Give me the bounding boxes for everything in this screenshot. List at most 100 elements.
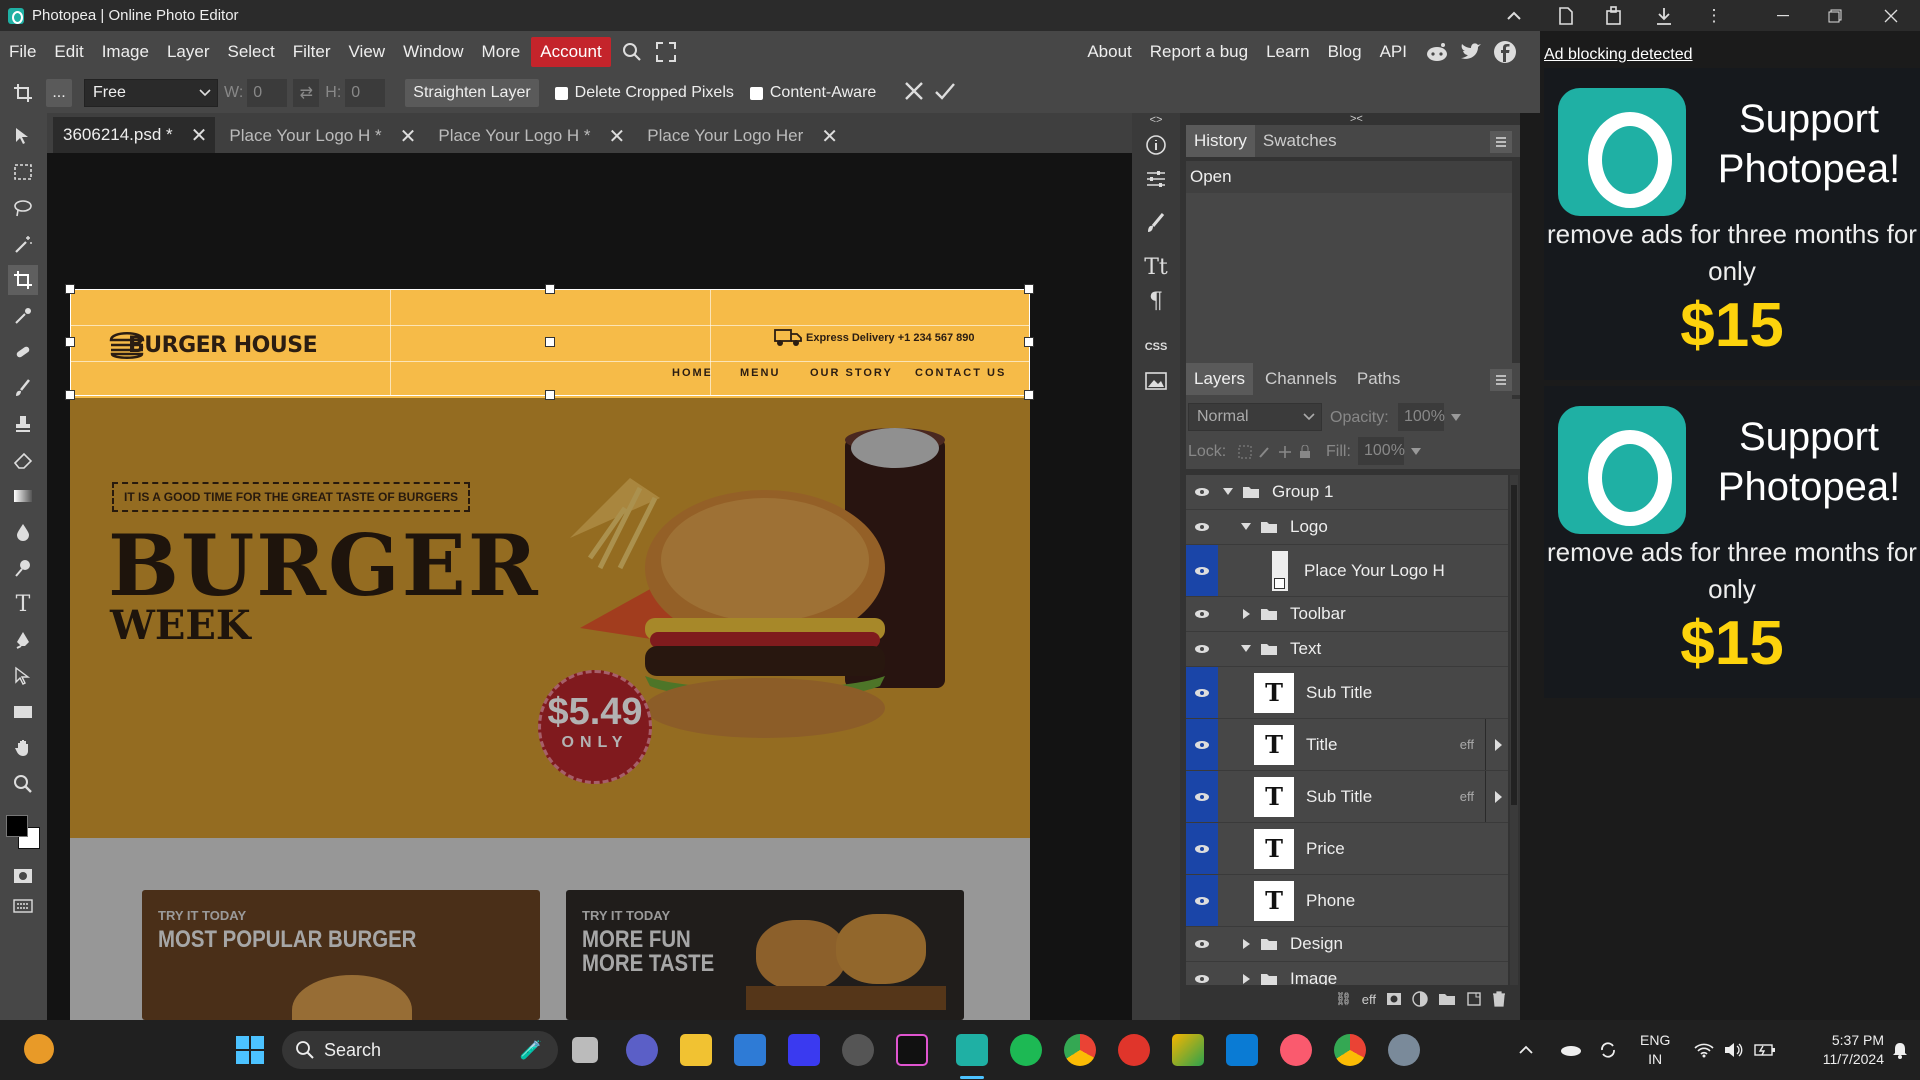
brush-settings-icon[interactable] bbox=[1142, 209, 1170, 237]
new-group-icon[interactable] bbox=[1438, 992, 1456, 1006]
paragraph-icon[interactable]: ¶ bbox=[1142, 287, 1170, 315]
more-options-icon[interactable]: ⋮ bbox=[1700, 0, 1728, 31]
expand-effects-icon[interactable] bbox=[1495, 790, 1502, 803]
layer-row[interactable]: Logo bbox=[1186, 510, 1508, 545]
reddit-icon[interactable] bbox=[1424, 39, 1450, 65]
teams-icon[interactable] bbox=[626, 1034, 658, 1066]
info-icon[interactable] bbox=[1142, 131, 1170, 159]
content-aware-checkbox[interactable]: Content-Aware bbox=[749, 84, 876, 102]
photopea-taskbar-icon[interactable] bbox=[956, 1034, 988, 1066]
chevron-down-icon[interactable] bbox=[1240, 644, 1252, 654]
chevron-up-icon[interactable] bbox=[1500, 0, 1528, 31]
clone-stamp-icon[interactable] bbox=[8, 409, 38, 439]
restore-button[interactable] bbox=[1812, 0, 1858, 31]
close-tab-icon[interactable]: ✕ bbox=[609, 124, 626, 149]
blur-tool-icon[interactable] bbox=[8, 517, 38, 547]
expand-effects-icon[interactable] bbox=[1495, 738, 1502, 751]
history-item[interactable]: Open bbox=[1186, 161, 1512, 193]
windows-start-icon[interactable] bbox=[234, 1034, 266, 1066]
foreground-color-swatch[interactable] bbox=[6, 815, 28, 837]
swap-dimensions-icon[interactable]: ⇄ bbox=[293, 79, 320, 107]
eye-icon[interactable] bbox=[1186, 719, 1218, 770]
delete-cropped-checkbox[interactable]: Delete Cropped Pixels bbox=[554, 84, 734, 102]
add-mask-icon[interactable] bbox=[1386, 992, 1402, 1006]
height-field[interactable]: 0 bbox=[345, 79, 386, 107]
ad-blocking-link[interactable]: Ad blocking detected bbox=[1544, 46, 1693, 64]
zoom-tool-icon[interactable] bbox=[8, 769, 38, 799]
chevron-right-icon[interactable] bbox=[1242, 938, 1252, 950]
crop-handle[interactable] bbox=[65, 337, 75, 347]
eye-icon[interactable] bbox=[1186, 962, 1218, 985]
close-tab-icon[interactable]: ✕ bbox=[400, 124, 417, 149]
adjustment-layer-icon[interactable] bbox=[1412, 991, 1428, 1007]
eye-icon[interactable] bbox=[1186, 771, 1218, 822]
wifi-icon[interactable] bbox=[1694, 1020, 1714, 1080]
account-button[interactable]: Account bbox=[531, 37, 611, 67]
fullscreen-icon[interactable] bbox=[653, 39, 679, 65]
twitter-icon[interactable] bbox=[1458, 39, 1484, 65]
ad-banner-1[interactable]: Support Photopea! remove ads for three m… bbox=[1544, 68, 1920, 380]
eraser-tool-icon[interactable] bbox=[8, 445, 38, 475]
menu-layer[interactable]: Layer bbox=[158, 37, 219, 67]
crop-handle[interactable] bbox=[545, 337, 555, 347]
expand-panels-icon[interactable]: >< bbox=[1350, 113, 1363, 125]
gradient-tool-icon[interactable] bbox=[8, 481, 38, 511]
blend-mode-select[interactable]: Normal bbox=[1188, 403, 1322, 431]
layer-row[interactable]: Text bbox=[1186, 632, 1508, 667]
panel-menu-icon[interactable] bbox=[1490, 369, 1512, 391]
commit-crop-icon[interactable] bbox=[934, 81, 956, 106]
layer-row-selected[interactable]: T Price bbox=[1186, 823, 1508, 875]
dodge-tool-icon[interactable] bbox=[8, 553, 38, 583]
tab-history[interactable]: History bbox=[1186, 125, 1255, 157]
eye-icon[interactable] bbox=[1186, 632, 1218, 666]
close-tab-icon[interactable]: ✕ bbox=[821, 124, 838, 149]
layer-row-selected[interactable]: T Sub Title bbox=[1186, 667, 1508, 719]
cancel-crop-icon[interactable] bbox=[904, 81, 924, 106]
extension-icon[interactable] bbox=[1600, 0, 1628, 31]
facebook-icon[interactable] bbox=[1492, 39, 1518, 65]
menu-more[interactable]: More bbox=[473, 37, 530, 67]
tab-swatches[interactable]: Swatches bbox=[1255, 125, 1345, 157]
menu-about[interactable]: About bbox=[1078, 37, 1140, 67]
layer-row-selected[interactable]: Place Your Logo H bbox=[1186, 545, 1508, 597]
onedrive-icon[interactable] bbox=[1558, 1020, 1582, 1080]
type-tool-icon[interactable]: T bbox=[8, 589, 38, 619]
keyboard-icon[interactable] bbox=[8, 891, 38, 921]
crop-handle[interactable] bbox=[65, 284, 75, 294]
eye-icon[interactable] bbox=[1186, 823, 1218, 874]
settings-icon[interactable] bbox=[1388, 1034, 1420, 1066]
menu-api[interactable]: API bbox=[1371, 37, 1416, 67]
layer-row[interactable]: Toolbar bbox=[1186, 597, 1508, 632]
layer-row-selected[interactable]: T Title eff bbox=[1186, 719, 1508, 771]
eye-icon[interactable] bbox=[1186, 475, 1218, 509]
show-hidden-icons[interactable] bbox=[1518, 1020, 1534, 1080]
width-field[interactable]: 0 bbox=[247, 79, 288, 107]
crop-handle[interactable] bbox=[545, 284, 555, 294]
crop-handle[interactable] bbox=[1024, 337, 1034, 347]
menu-view[interactable]: View bbox=[340, 37, 395, 67]
terminal-icon[interactable] bbox=[896, 1034, 928, 1066]
crop-handle[interactable] bbox=[65, 390, 75, 400]
crop-tool-icon[interactable] bbox=[8, 265, 38, 295]
app-icon[interactable] bbox=[1172, 1034, 1204, 1066]
ad-banner-2[interactable]: Support Photopea! remove ads for three m… bbox=[1544, 386, 1920, 698]
new-document-icon[interactable] bbox=[1552, 0, 1580, 31]
layer-row[interactable]: Design bbox=[1186, 927, 1508, 962]
image-icon[interactable] bbox=[1142, 367, 1170, 395]
link-layers-icon[interactable]: ⛓ bbox=[1335, 991, 1352, 1007]
adjustments-icon[interactable] bbox=[1142, 165, 1170, 193]
crop-box[interactable] bbox=[65, 284, 1034, 400]
chrome-icon[interactable] bbox=[1334, 1034, 1366, 1066]
color-swatches[interactable] bbox=[4, 813, 44, 853]
new-layer-icon[interactable] bbox=[1466, 991, 1482, 1007]
lock-icons[interactable] bbox=[1238, 445, 1312, 459]
download-icon[interactable] bbox=[1650, 0, 1678, 31]
close-window-button[interactable] bbox=[1868, 0, 1914, 31]
layer-row-selected[interactable]: T Phone bbox=[1186, 875, 1508, 927]
css-icon[interactable]: CSS bbox=[1142, 333, 1170, 361]
music-icon[interactable] bbox=[1280, 1034, 1312, 1066]
taskbar-search[interactable]: Search 🧪 bbox=[282, 1031, 558, 1069]
chevron-right-icon[interactable] bbox=[1242, 608, 1252, 620]
marquee-tool-icon[interactable] bbox=[8, 157, 38, 187]
eye-icon[interactable] bbox=[1186, 927, 1218, 961]
